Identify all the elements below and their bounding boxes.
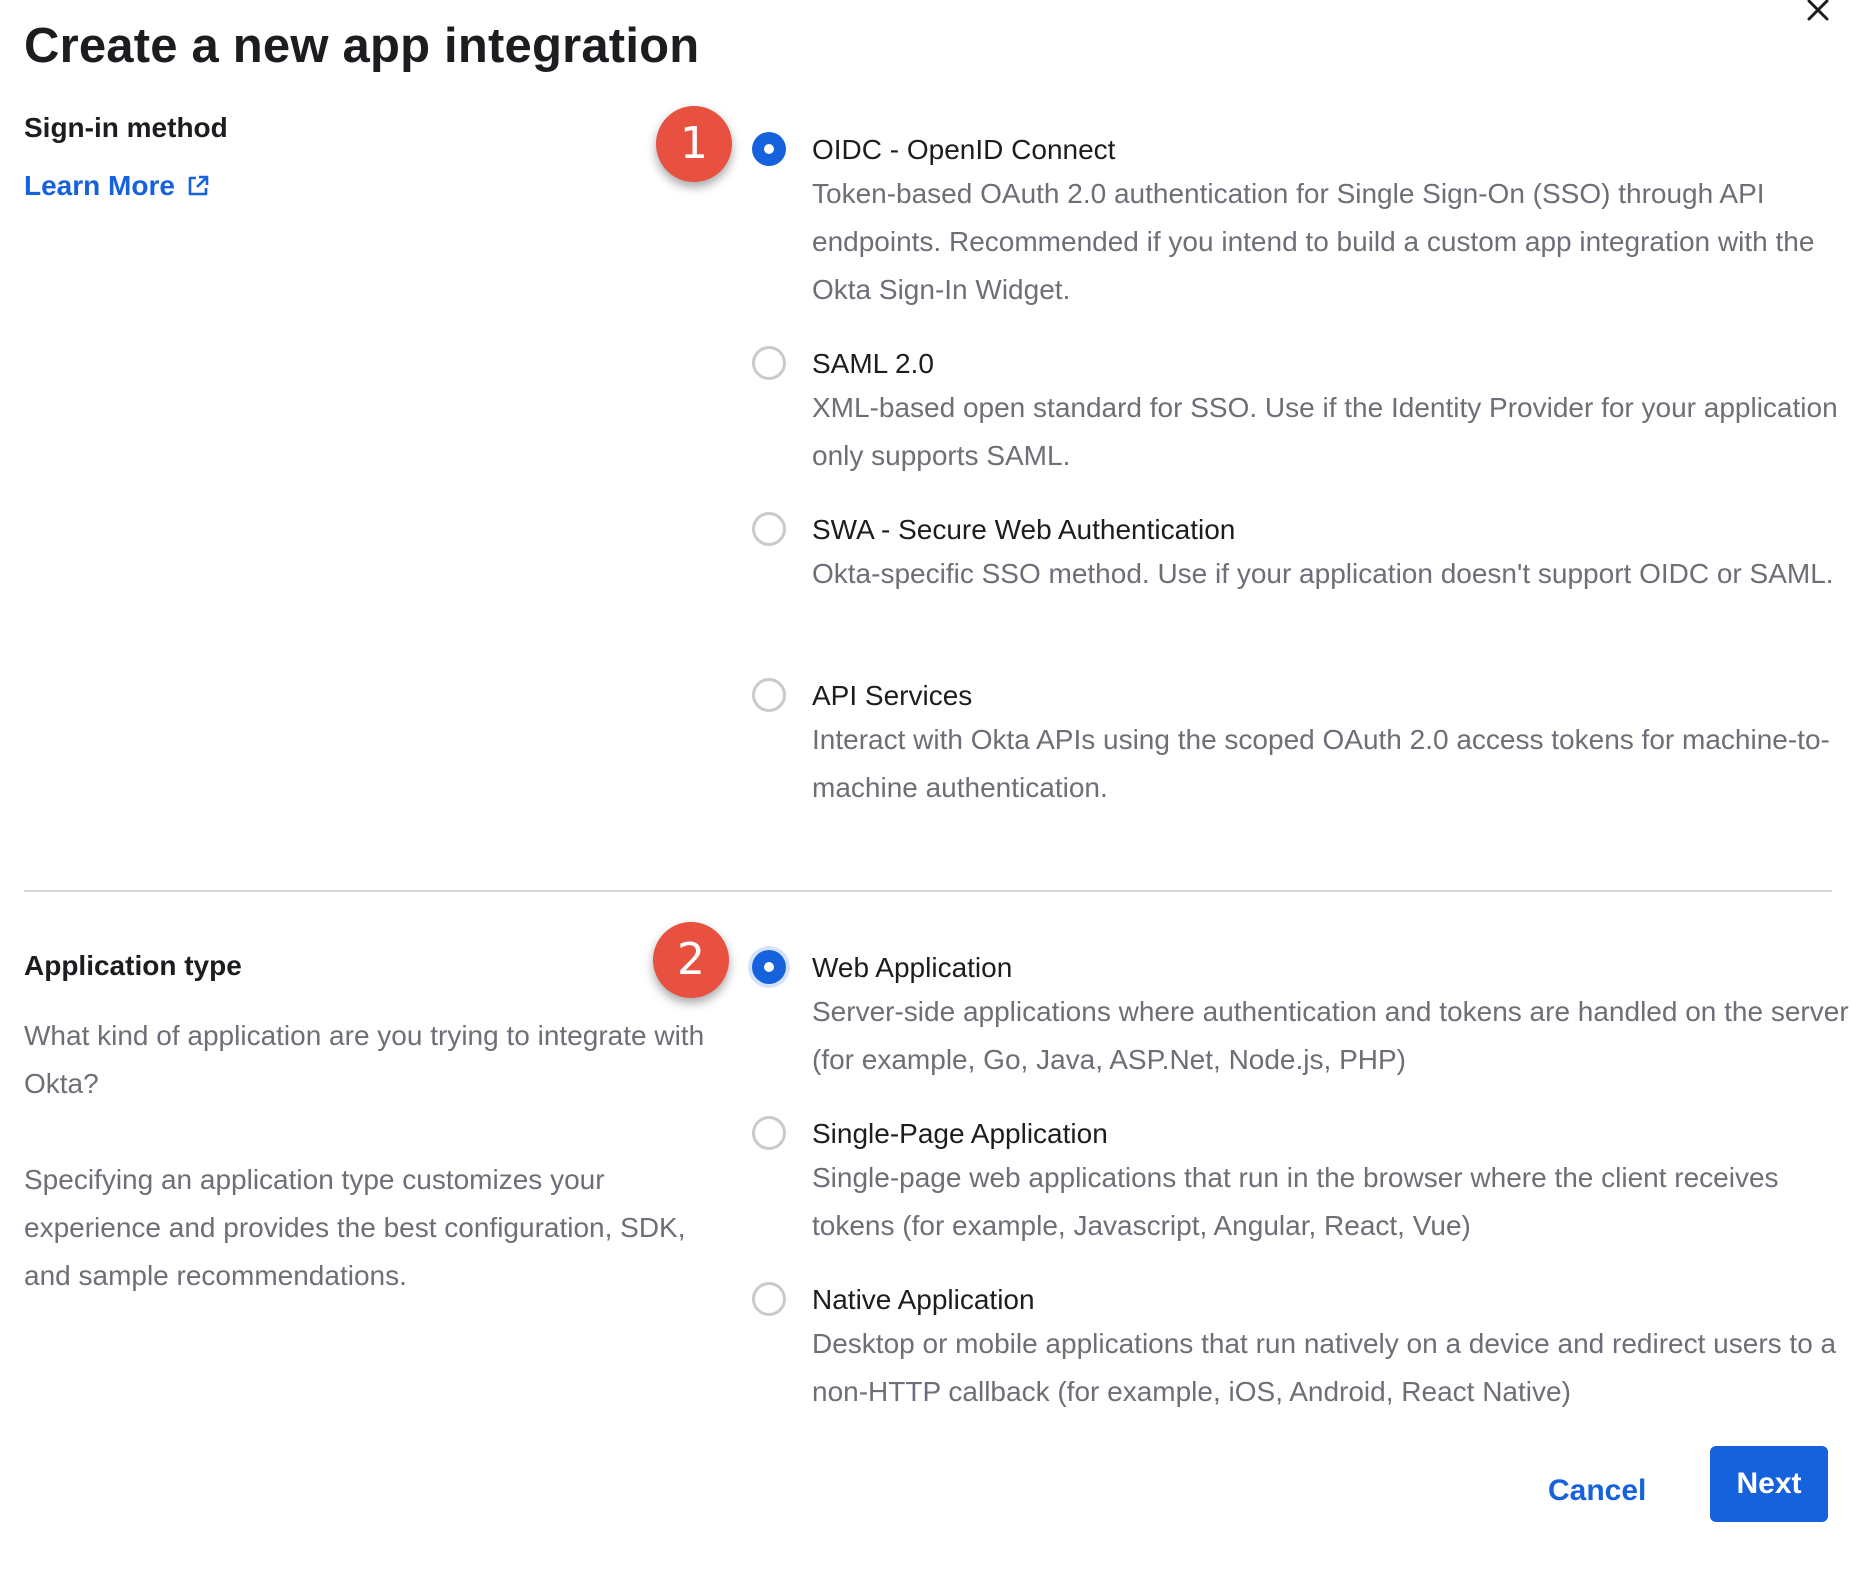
radio-single-page-application[interactable]: [752, 1116, 786, 1150]
dialog-title: Create a new app integration: [24, 19, 700, 73]
radio-saml[interactable]: [752, 346, 786, 380]
sign-in-method-label: Sign-in method: [24, 112, 228, 143]
close-icon[interactable]: [1802, 0, 1834, 28]
radio-web-application[interactable]: [752, 950, 786, 984]
radio-option-description: Desktop or mobile applications that run …: [812, 1328, 1837, 1407]
create-app-integration-dialog: Create a new app integration Sign-in met…: [0, 0, 1852, 1578]
radio-native-application[interactable]: [752, 1282, 786, 1316]
radio-option-description: Token-based OAuth 2.0 authentication for…: [812, 178, 1815, 305]
application-type-description: What kind of application are you trying …: [24, 1020, 705, 1099]
application-type-label: Application type: [24, 950, 242, 981]
learn-more-link[interactable]: Learn More: [24, 170, 211, 202]
next-button[interactable]: Next: [1710, 1446, 1828, 1522]
radio-oidc[interactable]: [752, 132, 786, 166]
external-link-icon: [188, 175, 209, 196]
radio-option-label: Single-Page Application: [812, 1118, 1108, 1149]
cancel-button[interactable]: Cancel: [1548, 1474, 1646, 1508]
radio-option-description: Single-page web applications that run in…: [812, 1162, 1779, 1241]
step-badge-2: 2: [653, 922, 729, 998]
radio-swa[interactable]: [752, 512, 786, 546]
radio-option-description: Server-side applications where authentic…: [812, 996, 1849, 1075]
application-type-help-text: Specifying an application type customize…: [24, 1164, 686, 1291]
radio-option-label: OIDC - OpenID Connect: [812, 134, 1116, 165]
radio-option-label: Native Application: [812, 1284, 1035, 1315]
radio-option-label: SWA - Secure Web Authentication: [812, 514, 1236, 545]
radio-option-description: XML-based open standard for SSO. Use if …: [812, 392, 1838, 471]
radio-option-description: Okta-specific SSO method. Use if your ap…: [812, 558, 1834, 589]
radio-api-services[interactable]: [752, 678, 786, 712]
radio-option-label: Web Application: [812, 952, 1013, 983]
radio-option-description: Interact with Okta APIs using the scoped…: [812, 724, 1830, 803]
learn-more-label: Learn More: [24, 170, 175, 201]
section-divider: [24, 890, 1832, 892]
step-badge-1: 1: [656, 106, 732, 182]
radio-option-label: SAML 2.0: [812, 348, 934, 379]
radio-option-label: API Services: [812, 680, 973, 711]
